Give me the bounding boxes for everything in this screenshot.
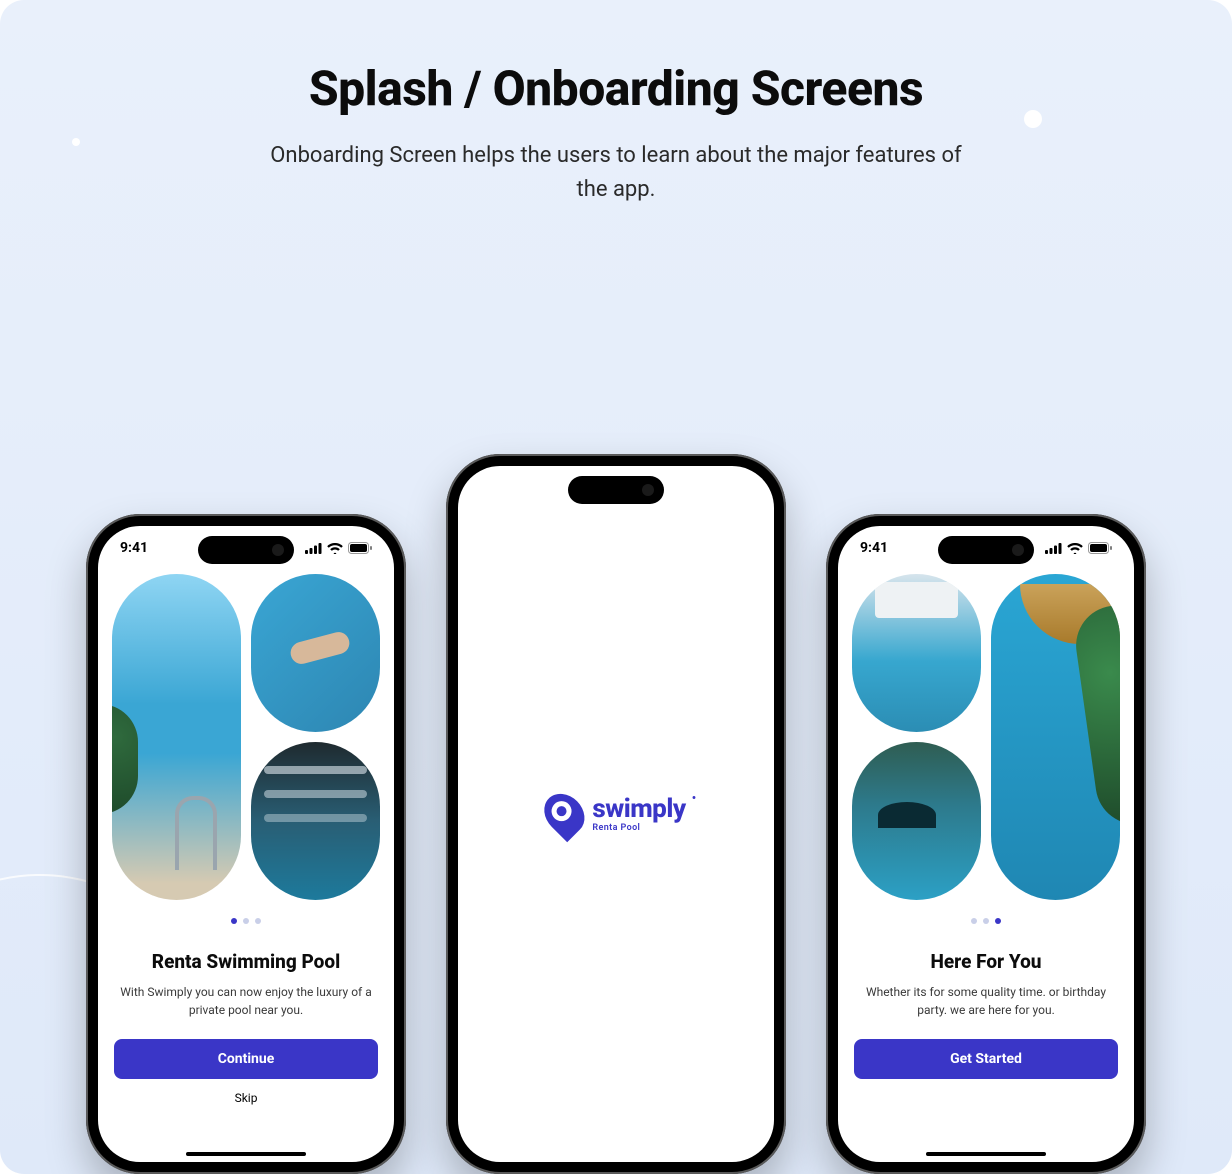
pool-image — [991, 574, 1120, 900]
phone-onboarding-3: 9:41 — [826, 514, 1146, 1174]
page-indicator — [98, 918, 394, 924]
status-time: 9:41 — [860, 540, 888, 556]
battery-icon — [1088, 542, 1112, 554]
decorative-dot — [1024, 110, 1042, 128]
indicator-dot — [255, 918, 261, 924]
page-title: Splash / Onboarding Screens — [40, 60, 1192, 117]
get-started-button[interactable]: Get Started — [854, 1039, 1118, 1079]
wifi-icon — [1067, 543, 1083, 554]
pool-image — [251, 742, 380, 900]
notch — [568, 476, 664, 504]
status-time: 9:41 — [120, 540, 148, 556]
onboarding-title: Renta Swimming Pool — [98, 950, 394, 973]
cellular-signal-icon — [1045, 543, 1062, 554]
phone-splash: swimply Renta Pool — [446, 454, 786, 1174]
pool-image — [852, 574, 981, 732]
onboarding-gallery — [838, 570, 1134, 900]
home-indicator — [926, 1152, 1046, 1156]
pool-image — [112, 574, 241, 900]
page-subtitle: Onboarding Screen helps the users to lea… — [256, 139, 976, 207]
notch — [198, 536, 294, 564]
onboarding-description: With Swimply you can now enjoy the luxur… — [98, 983, 394, 1019]
brand-tagline: Renta Pool — [592, 824, 685, 833]
onboarding-gallery — [98, 570, 394, 900]
notch — [938, 536, 1034, 564]
indicator-dot — [231, 918, 237, 924]
wifi-icon — [327, 543, 343, 554]
battery-icon — [348, 542, 372, 554]
indicator-dot — [995, 918, 1001, 924]
indicator-dot — [243, 918, 249, 924]
indicator-dot — [971, 918, 977, 924]
skip-button[interactable]: Skip — [98, 1091, 394, 1105]
brand-name: swimply — [592, 796, 685, 822]
page-indicator — [838, 918, 1134, 924]
decorative-dot — [72, 138, 80, 146]
indicator-dot — [983, 918, 989, 924]
onboarding-description: Whether its for some quality time. or bi… — [838, 983, 1134, 1019]
brand-logo: swimply Renta Pool — [546, 792, 685, 836]
logo-pin-icon — [536, 786, 593, 843]
continue-button[interactable]: Continue — [114, 1039, 378, 1079]
phones-row: 9:41 — [0, 454, 1232, 1174]
home-indicator — [186, 1152, 306, 1156]
phone-onboarding-1: 9:41 — [86, 514, 406, 1174]
pool-image — [852, 742, 981, 900]
onboarding-title: Here For You — [838, 950, 1134, 973]
cellular-signal-icon — [305, 543, 322, 554]
pool-image — [251, 574, 380, 732]
